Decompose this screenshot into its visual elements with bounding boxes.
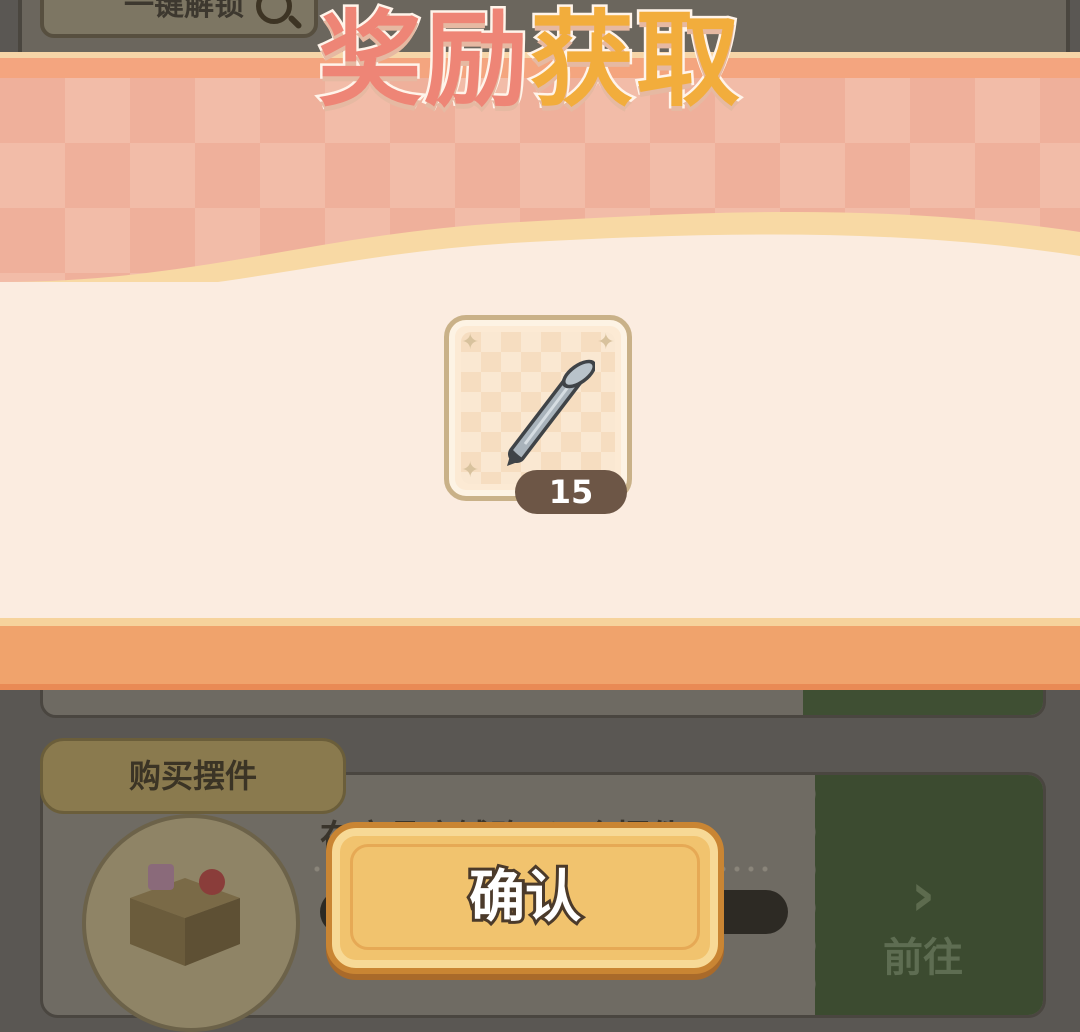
popup-bottom-border (0, 618, 1080, 690)
unlock-all-button[interactable]: 一键解锁 (40, 0, 318, 38)
go-label: 前往 (883, 935, 963, 981)
shop-badge: 购买摆件 (40, 738, 346, 814)
unlock-all-label: 一键解锁 (124, 0, 244, 23)
sparkle-icon: ✦ (596, 330, 615, 355)
reward-popup: 奖励获取 ✦ ✦ ✦ 15 (0, 0, 1080, 690)
sparkle-icon: ✦ (461, 458, 480, 483)
confirm-button[interactable]: 确认 (326, 822, 724, 974)
gift-box-icon (130, 864, 240, 966)
magnifier-icon (256, 0, 292, 24)
title-part-reward: 奖励 (315, 0, 531, 124)
go-button[interactable]: › 前往 (801, 775, 1043, 1015)
go-arrow-icon: › (910, 860, 936, 930)
item-quantity-badge: 15 (515, 470, 627, 514)
sparkle-icon: ✦ (461, 330, 480, 355)
popup-title: 奖励获取 (315, 0, 778, 130)
confirm-button-label: 确认 (466, 862, 584, 933)
title-part-obtain: 获取 (528, 0, 743, 124)
reward-item-card[interactable]: ✦ ✦ ✦ 15 (444, 315, 632, 514)
nail-icon (507, 359, 595, 466)
